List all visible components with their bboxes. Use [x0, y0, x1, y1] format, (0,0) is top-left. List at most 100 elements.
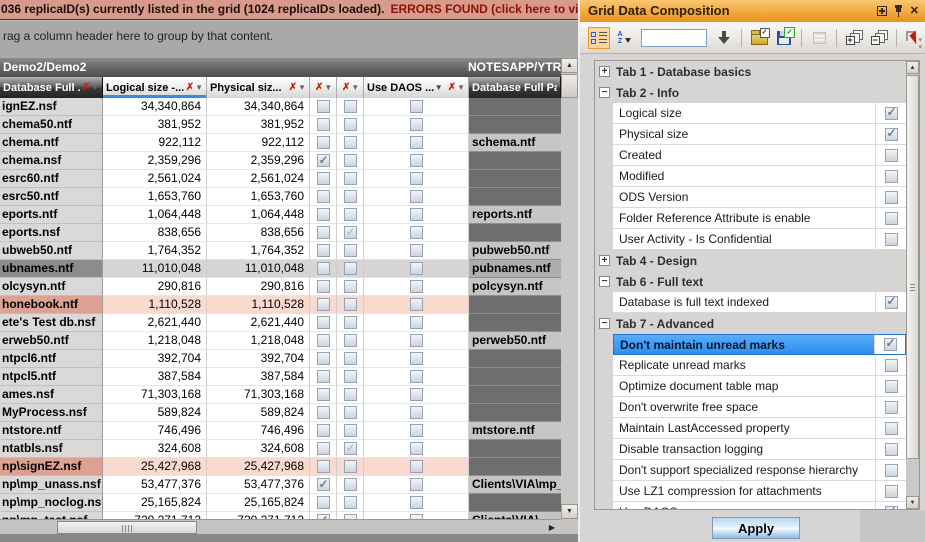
filter-icon[interactable]: ✗▼ [82, 83, 99, 93]
tree-item-replicate-unread-marks[interactable]: Replicate unread marks [613, 355, 906, 376]
tree-category-tab-1-database-basics[interactable]: +Tab 1 - Database basics [595, 61, 919, 82]
table-row[interactable]: olcysyn.ntf290,816290,816polcysyn.ntf [0, 278, 561, 296]
cell-database-path[interactable] [469, 152, 561, 170]
flag-checkbox[interactable] [344, 406, 357, 419]
tree-item-database-is-full-text-indexed[interactable]: Database is full text indexed [613, 292, 906, 313]
flag-checkbox[interactable] [317, 262, 330, 275]
tree-item-checkbox-cell[interactable] [875, 481, 906, 501]
cell-database-name[interactable]: olcysyn.ntf [0, 278, 103, 296]
cell-flag-2[interactable] [337, 386, 364, 404]
cell-flag-1[interactable] [310, 512, 337, 519]
use-daos-checkbox[interactable] [410, 226, 423, 239]
cell-database-path[interactable] [469, 404, 561, 422]
use-daos-checkbox[interactable] [410, 460, 423, 473]
tree-item-checkbox[interactable] [885, 422, 898, 435]
cell-flag-1[interactable] [310, 134, 337, 152]
cell-physical-size[interactable]: 34,340,864 [207, 98, 310, 116]
cell-physical-size[interactable]: 1,110,528 [207, 296, 310, 314]
cell-physical-size[interactable]: 720,271,712 [207, 512, 310, 519]
cell-physical-size[interactable]: 392,704 [207, 350, 310, 368]
cell-logical-size[interactable]: 2,621,440 [103, 314, 207, 332]
cell-use-daos[interactable] [364, 422, 469, 440]
tree-item-checkbox[interactable] [885, 212, 898, 225]
flag-checkbox[interactable] [317, 334, 330, 347]
cell-use-daos[interactable] [364, 170, 469, 188]
flag-checkbox[interactable] [317, 496, 330, 509]
cell-database-path[interactable] [469, 368, 561, 386]
tree-item-checkbox[interactable] [885, 359, 898, 372]
cell-database-name[interactable]: np\signEZ.nsf [0, 458, 103, 476]
cell-flag-2[interactable] [337, 296, 364, 314]
cell-physical-size[interactable]: 1,653,760 [207, 188, 310, 206]
flag-checkbox[interactable] [344, 478, 357, 491]
use-daos-checkbox[interactable] [410, 208, 423, 221]
tree-item-checkbox[interactable] [885, 149, 898, 162]
cell-flag-1[interactable] [310, 206, 337, 224]
horizontal-scroll-thumb[interactable] [57, 521, 197, 534]
filter-icon[interactable]: ✗▼ [186, 83, 203, 93]
flag-checkbox[interactable] [317, 226, 330, 239]
cell-logical-size[interactable]: 1,218,048 [103, 332, 207, 350]
tree-item-checkbox-cell[interactable] [875, 460, 906, 480]
cell-use-daos[interactable] [364, 224, 469, 242]
table-row[interactable]: eports.nsf838,656838,656 [0, 224, 561, 242]
cell-database-path[interactable] [469, 350, 561, 368]
apply-filter-button[interactable] [713, 27, 735, 49]
cell-database-name[interactable]: ntstore.ntf [0, 422, 103, 440]
use-daos-checkbox[interactable] [410, 406, 423, 419]
save-selection-button[interactable]: ✓ [773, 27, 795, 49]
cell-database-path[interactable] [469, 386, 561, 404]
filter-icon[interactable]: ✗▼ [315, 83, 332, 93]
filter-input[interactable] [641, 29, 707, 47]
flag-checkbox[interactable] [344, 442, 357, 455]
use-daos-checkbox[interactable] [410, 478, 423, 491]
cell-logical-size[interactable]: 746,496 [103, 422, 207, 440]
tree-item-don-t-support-specialized-response-hierarchy[interactable]: Don't support specialized response hiera… [613, 460, 906, 481]
cell-flag-2[interactable] [337, 260, 364, 278]
cell-flag-2[interactable] [337, 332, 364, 350]
cell-database-name[interactable]: esrc60.ntf [0, 170, 103, 188]
column-header-flag-3[interactable]: ✗▼ [310, 77, 337, 98]
cell-database-path[interactable]: mtstore.ntf [469, 422, 561, 440]
cell-flag-2[interactable] [337, 314, 364, 332]
tree-item-use-lz1-compression-for-attachments[interactable]: Use LZ1 compression for attachments [613, 481, 906, 502]
cell-flag-2[interactable] [337, 152, 364, 170]
use-daos-checkbox[interactable] [410, 118, 423, 131]
tree-item-checkbox-cell[interactable] [875, 397, 906, 417]
tree-item-checkbox-cell[interactable] [875, 208, 906, 228]
tree-item-user-activity-is-confidential[interactable]: User Activity - Is Confidential [613, 229, 906, 250]
cell-logical-size[interactable]: 838,656 [103, 224, 207, 242]
cell-flag-1[interactable] [310, 296, 337, 314]
cell-physical-size[interactable]: 25,427,968 [207, 458, 310, 476]
flag-checkbox[interactable] [344, 226, 357, 239]
cell-database-path[interactable]: pubnames.ntf [469, 260, 561, 278]
tree-item-checkbox[interactable] [885, 128, 898, 141]
flag-checkbox[interactable] [317, 478, 330, 491]
cell-use-daos[interactable] [364, 404, 469, 422]
expand-box-icon[interactable]: + [599, 66, 610, 77]
cell-logical-size[interactable]: 324,608 [103, 440, 207, 458]
flag-checkbox[interactable] [344, 100, 357, 113]
tree-scroll-down-icon[interactable]: ▼ [906, 496, 919, 509]
cell-logical-size[interactable]: 11,010,048 [103, 260, 207, 278]
cell-database-name[interactable]: honebook.ntf [0, 296, 103, 314]
cell-logical-size[interactable]: 71,303,168 [103, 386, 207, 404]
cell-use-daos[interactable] [364, 332, 469, 350]
flag-checkbox[interactable] [317, 460, 330, 473]
cell-physical-size[interactable]: 922,112 [207, 134, 310, 152]
load-selection-button[interactable]: ✓ [748, 27, 770, 49]
cell-physical-size[interactable]: 53,477,376 [207, 476, 310, 494]
cell-use-daos[interactable] [364, 512, 469, 519]
cell-physical-size[interactable]: 2,561,024 [207, 170, 310, 188]
cell-physical-size[interactable]: 2,359,296 [207, 152, 310, 170]
cell-flag-1[interactable] [310, 224, 337, 242]
tree-item-checkbox-cell[interactable] [875, 439, 906, 459]
scroll-down-icon[interactable]: ▼ [561, 504, 578, 519]
flag-checkbox[interactable] [317, 208, 330, 221]
flag-checkbox[interactable] [344, 280, 357, 293]
cell-database-name[interactable]: eports.nsf [0, 224, 103, 242]
flag-checkbox[interactable] [344, 172, 357, 185]
cell-flag-1[interactable] [310, 278, 337, 296]
table-row[interactable]: ntstore.ntf746,496746,496mtstore.ntf [0, 422, 561, 440]
filter-icon[interactable]: ✗▼ [448, 83, 465, 93]
